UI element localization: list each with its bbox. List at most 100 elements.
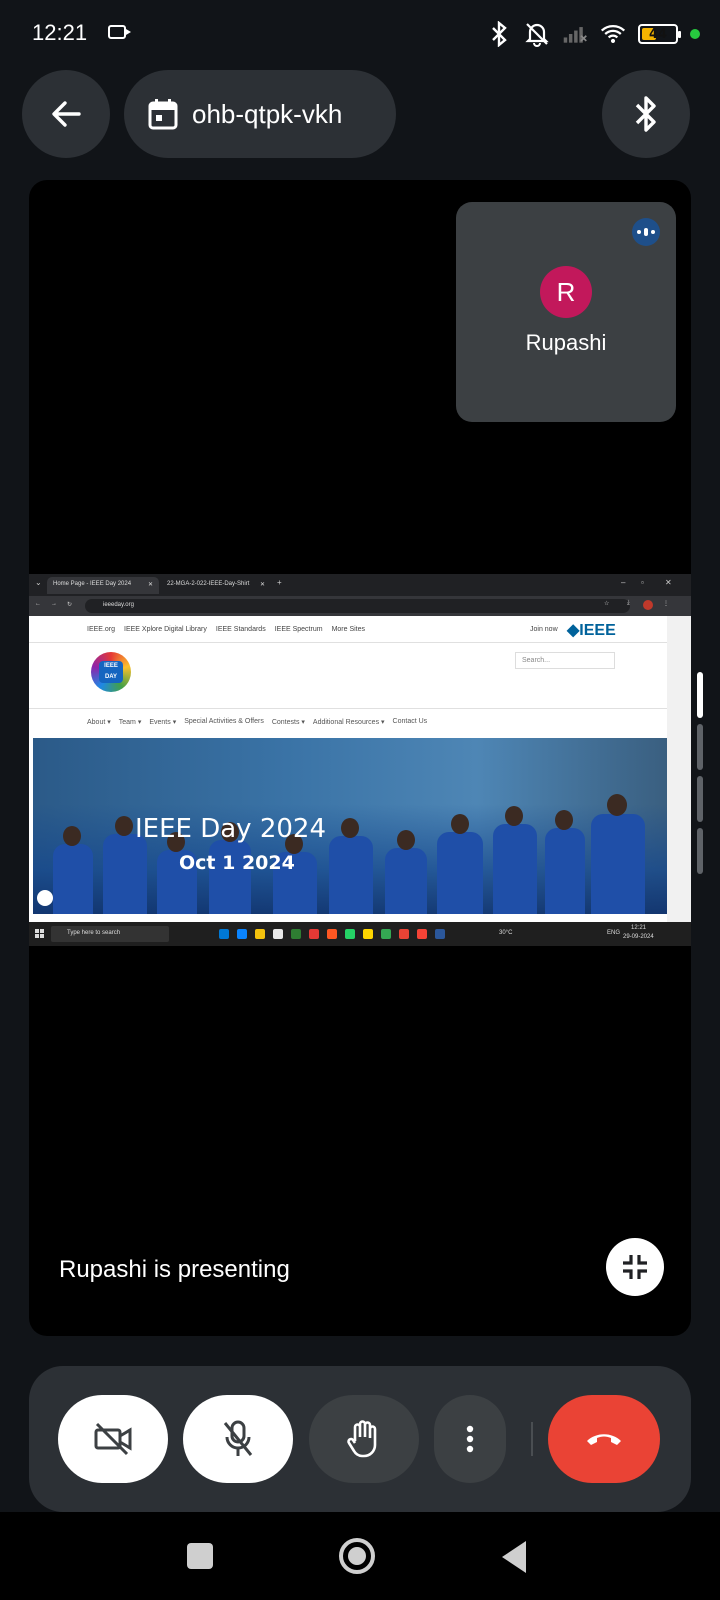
bell-off-icon xyxy=(524,21,550,47)
mail-icon[interactable] xyxy=(237,929,247,939)
end-call-icon xyxy=(587,1434,621,1445)
end-call-button[interactable] xyxy=(548,1395,660,1483)
meeting-info-button[interactable]: ohb-qtpk-vkh xyxy=(124,70,396,158)
minimize-presentation-button[interactable] xyxy=(606,1238,664,1296)
meeting-stage: R Rupashi ⌄ Home Page - IEEE Day 2024 ✕ … xyxy=(29,180,691,1336)
browser-tab-active[interactable]: Home Page - IEEE Day 2024 ✕ xyxy=(47,577,159,594)
new-tab-button[interactable]: + xyxy=(277,578,282,587)
menu-item[interactable]: Additional Resources ▾ xyxy=(313,718,385,726)
taskbar-search[interactable]: Type here to search xyxy=(51,926,169,942)
tab-label: Home Page - IEEE Day 2024 xyxy=(53,581,132,587)
maximize-window-icon: ▫ xyxy=(641,578,644,587)
privacy-indicator-dot xyxy=(690,29,700,39)
tab-label: 22-MGA-2-022-IEEE-Day-Shirt xyxy=(167,581,250,587)
camera-icon xyxy=(108,25,131,39)
site-search-input[interactable]: Search... xyxy=(515,652,615,669)
browser-tab[interactable]: 22-MGA-2-022-IEEE-Day-Shirt ✕ xyxy=(161,577,271,594)
url-text: ieeeday.org xyxy=(103,602,134,608)
status-time: 12:21 xyxy=(32,20,88,45)
page-indicator xyxy=(697,724,703,770)
menu-item[interactable]: Special Activities & Offers xyxy=(184,718,264,726)
crowd-photo xyxy=(33,794,667,914)
meeting-code: ohb-qtpk-vkh xyxy=(192,98,343,129)
android-nav-bar xyxy=(0,1512,720,1600)
close-icon: ✕ xyxy=(259,582,265,588)
fullscreen-exit-icon xyxy=(623,1255,647,1279)
menu-item[interactable]: Team ▾ xyxy=(119,718,142,726)
home-button[interactable] xyxy=(339,1538,375,1574)
divider xyxy=(29,708,667,709)
hero-subtitle: Oct 1 2024 xyxy=(179,852,295,874)
bluetooth-icon xyxy=(486,21,512,47)
bluetooth-icon xyxy=(635,96,656,132)
participant-tile[interactable]: R Rupashi xyxy=(456,202,676,422)
profile-avatar xyxy=(643,600,653,610)
browser-tab-strip: ⌄ Home Page - IEEE Day 2024 ✕ 22-MGA-2-0… xyxy=(29,574,691,596)
top-nav-link[interactable]: IEEE Spectrum xyxy=(275,626,323,633)
ieee-day-logo[interactable]: IEEE DAY xyxy=(91,652,131,692)
taskbar-search-text: Type here to search xyxy=(67,930,121,936)
menu-item[interactable]: Contact Us xyxy=(393,718,428,726)
site-top-nav: IEEE.org IEEE Xplore Digital Library IEE… xyxy=(87,626,365,633)
chrome-icon[interactable] xyxy=(381,929,391,939)
ieee-logo[interactable]: ◆IEEE xyxy=(567,620,616,640)
system-back-button[interactable] xyxy=(502,1541,526,1573)
top-nav-link[interactable]: More Sites xyxy=(332,626,365,633)
top-nav-link[interactable]: IEEE.org xyxy=(87,626,115,633)
hero-banner: IEEE Day 2024 Oct 1 2024 xyxy=(33,738,667,914)
top-nav-link[interactable]: IEEE Xplore Digital Library xyxy=(124,626,207,633)
taskbar-date: 29-09-2024 xyxy=(623,934,654,940)
menu-item[interactable]: Contests ▾ xyxy=(272,718,305,726)
download-icon: ⤓ xyxy=(627,600,630,606)
website-page: IEEE.org IEEE Xplore Digital Library IEE… xyxy=(29,616,667,916)
whatsapp-icon[interactable] xyxy=(345,929,355,939)
nav-back-icon: ← xyxy=(35,601,41,607)
status-bar: 12:21 44 xyxy=(0,0,720,70)
url-field[interactable]: ieeeday.org xyxy=(85,599,630,613)
page-indicator xyxy=(697,776,703,822)
more-vert-icon xyxy=(466,1425,474,1453)
chrome-icon[interactable] xyxy=(399,929,409,939)
arrow-left-icon xyxy=(52,101,81,127)
raise-hand-button[interactable] xyxy=(309,1395,419,1483)
back-button[interactable] xyxy=(22,70,110,158)
presenting-label: Rupashi is presenting xyxy=(59,1256,290,1283)
taskbar-time: 12:21 xyxy=(631,925,647,931)
status-icons: 44 xyxy=(486,18,700,50)
top-nav-link[interactable]: IEEE Standards xyxy=(216,626,266,633)
star-icon: ☆ xyxy=(604,601,610,607)
join-now-link[interactable]: Join now xyxy=(530,626,558,633)
site-main-menu: About ▾ Team ▾ Events ▾ Special Activiti… xyxy=(87,718,427,726)
mic-toggle-button[interactable] xyxy=(183,1395,293,1483)
word-icon[interactable] xyxy=(435,929,445,939)
audio-indicator-icon xyxy=(632,218,660,246)
calendar-icon xyxy=(148,99,178,130)
divider xyxy=(531,1422,533,1456)
recent-apps-button[interactable] xyxy=(187,1543,213,1569)
sticky-notes-icon[interactable] xyxy=(363,929,373,939)
wifi-icon xyxy=(600,21,626,47)
accessibility-icon[interactable] xyxy=(37,890,53,906)
store-icon[interactable] xyxy=(273,929,283,939)
camera-toggle-button[interactable] xyxy=(58,1395,168,1483)
menu-item[interactable]: About ▾ xyxy=(87,718,111,726)
windows-start-icon[interactable] xyxy=(35,929,44,938)
file-explorer-icon[interactable] xyxy=(255,929,265,939)
minimize-window-icon: – xyxy=(621,578,626,587)
app-icon[interactable] xyxy=(291,929,301,939)
edge-icon[interactable] xyxy=(219,929,229,939)
opera-icon[interactable] xyxy=(309,929,319,939)
firefox-icon[interactable] xyxy=(327,929,337,939)
app-icon[interactable] xyxy=(417,929,427,939)
shared-screen: ⌄ Home Page - IEEE Day 2024 ✕ 22-MGA-2-0… xyxy=(29,574,691,946)
weather-temp: 30°C xyxy=(499,930,513,936)
page-scrollbar[interactable] xyxy=(667,616,691,922)
more-options-button[interactable] xyxy=(434,1395,506,1483)
hero-title: IEEE Day 2024 xyxy=(135,814,326,844)
battery-percent: 44 xyxy=(648,26,668,42)
audio-output-button[interactable] xyxy=(602,70,690,158)
more-vert-icon: ⋮ xyxy=(663,601,669,607)
menu-item[interactable]: Events ▾ xyxy=(149,718,176,726)
participant-name: Rupashi xyxy=(525,330,607,355)
mic-off-icon xyxy=(223,1420,253,1456)
